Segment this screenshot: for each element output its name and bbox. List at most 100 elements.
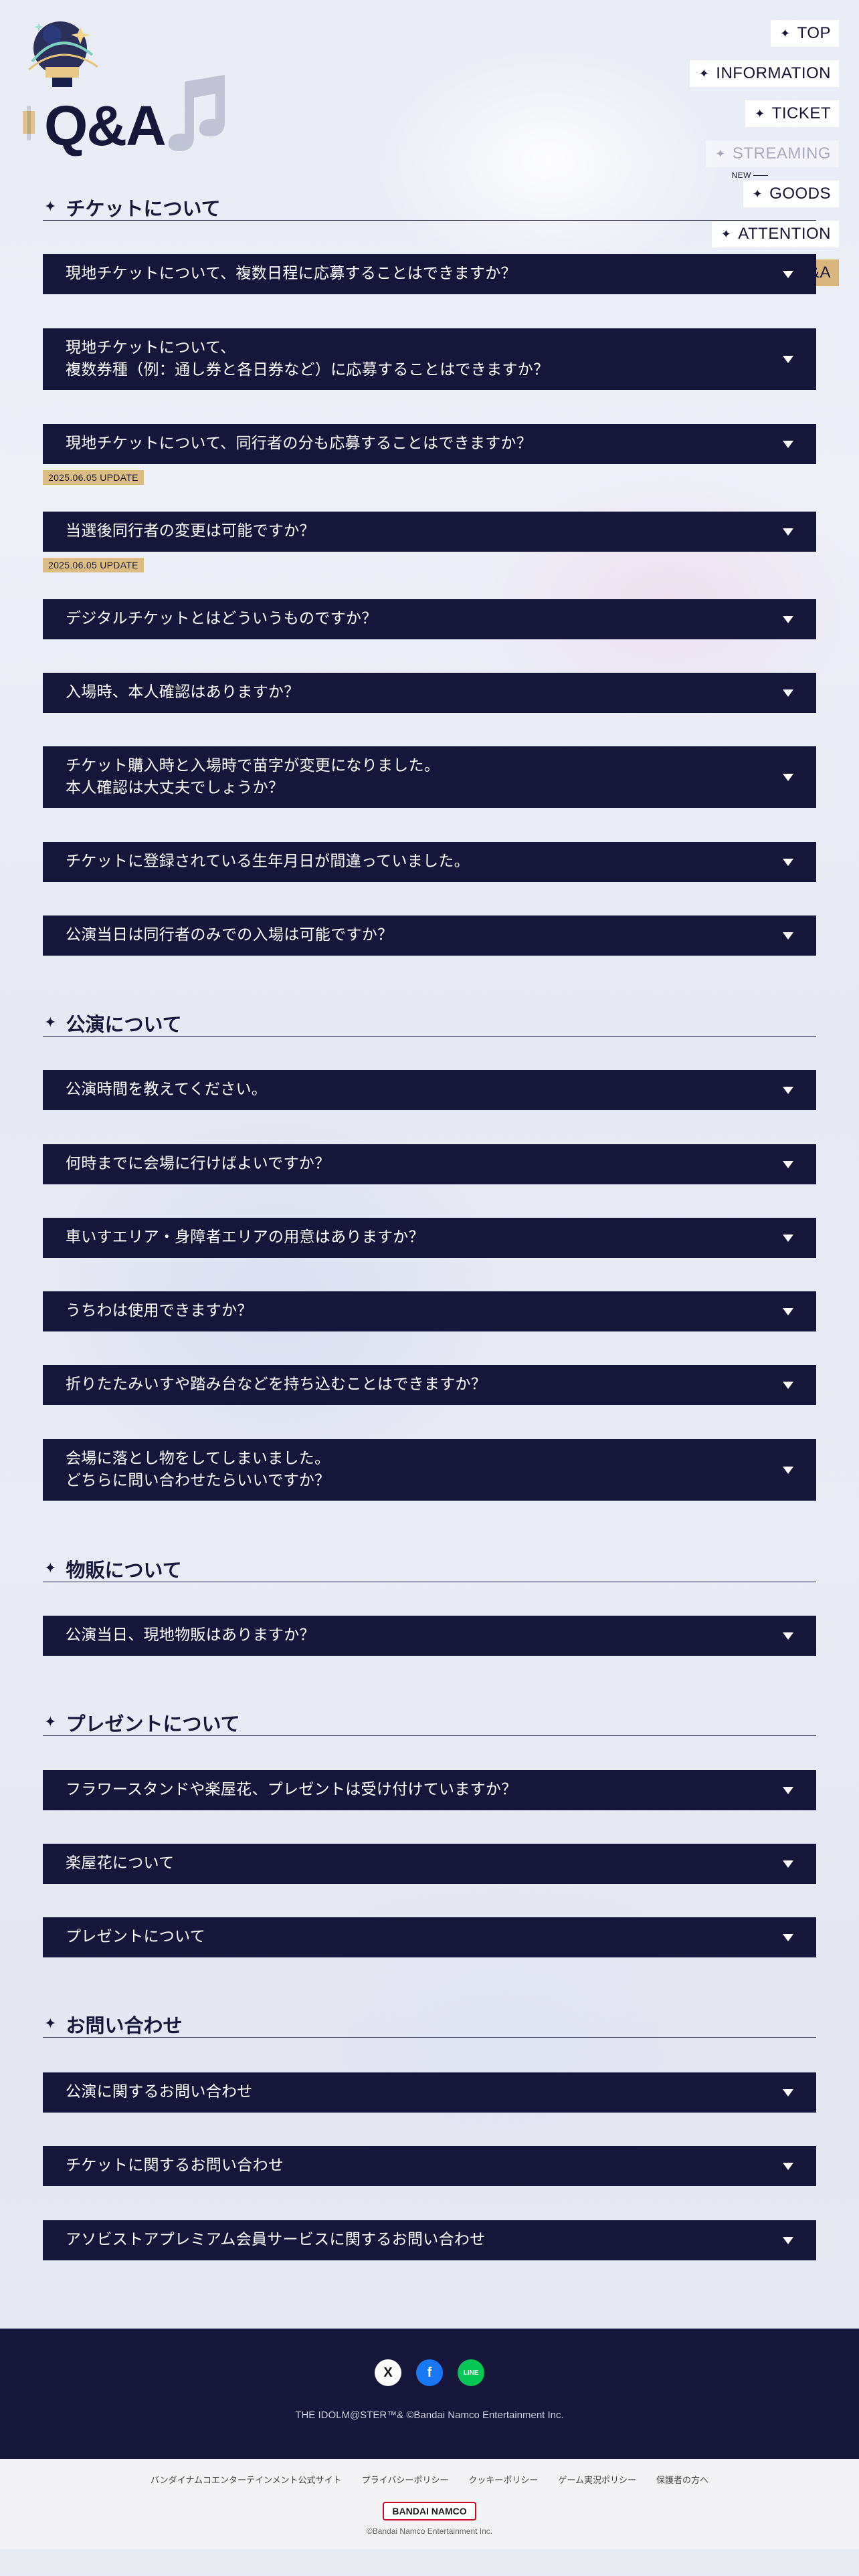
faq-question[interactable]: 現地チケットについて、複数日程に応募することはできますか？ [43, 254, 816, 294]
chevron-down-icon [783, 1160, 793, 1168]
faq-question-text: 入場時、本人確認はありますか？ [66, 683, 300, 702]
chevron-down-icon [783, 1860, 793, 1868]
faq-question[interactable]: チケット購入時と入場時で苗字が変更になりました。 本人確認は大丈夫でしょうか？ [43, 746, 816, 808]
footer-links: バンダイナムコエンターテインメント公式サイト プライバシーポリシー クッキーポリ… [0, 2473, 859, 2486]
faq-question-text: 公演当日は同行者のみでの入場は可能ですか？ [66, 926, 393, 944]
faq-question-text: 公演時間を教えてください。 [66, 1081, 268, 1099]
faq-question-text: プレゼントについて [66, 1928, 206, 1946]
nav-item-ticket[interactable]: ✦ TICKET [745, 100, 839, 127]
chevron-down-icon [783, 1933, 793, 1941]
faq-question-text: 折りたたみいすや踏み台などを持ち込むことはできますか？ [66, 1376, 487, 1394]
chevron-down-icon [783, 2088, 793, 2097]
background-glow [375, 40, 723, 281]
faq-question[interactable]: 入場時、本人確認はありますか？ [43, 673, 816, 713]
footer-link-cookie[interactable]: クッキーポリシー [468, 2473, 538, 2486]
nav-label: ATTENTION [738, 225, 831, 243]
section-title: チケットについて [66, 197, 221, 220]
line-icon[interactable]: LINE [458, 2359, 484, 2386]
faq-question[interactable]: 公演に関するお問い合わせ [43, 2072, 816, 2113]
faq-question[interactable]: 車いすエリア・身障者エリアの用意はありますか？ [43, 1218, 816, 1258]
faq-question-text: 公演当日、現地物販はありますか？ [66, 1626, 315, 1644]
faq-question[interactable]: 公演当日、現地物販はありますか？ [43, 1616, 816, 1656]
faq-question-text: うちわは使用できますか？ [66, 1302, 253, 1320]
chevron-down-icon [783, 858, 793, 866]
section-heading-ticket: ✦ チケットについて [43, 194, 816, 221]
faq-question-text: 会場に落とし物をしてしまいました。 どちらに問い合わせたらいいですか？ [66, 1449, 330, 1489]
section-title: お問い合わせ [66, 2014, 183, 2037]
section-heading-present: ✦ プレゼントについて [43, 1709, 816, 1736]
sparkle-icon: ✦ [721, 227, 732, 241]
chevron-down-icon [783, 1632, 793, 1640]
sparkle-icon: ✦ [44, 1014, 57, 1031]
faq-question-text: デジタルチケットとはどういうものですか？ [66, 610, 377, 628]
faq-question-text: 何時までに会場に行けばよいですか？ [66, 1155, 330, 1173]
section-marker-icon [23, 106, 35, 140]
faq-question[interactable]: 当選後同行者の変更は可能ですか？ [43, 512, 816, 552]
footer-link-guardians[interactable]: 保護者の方へ [656, 2473, 708, 2486]
sns-links: X f LINE [0, 2359, 859, 2386]
faq-question[interactable]: 折りたたみいすや踏み台などを持ち込むことはできますか？ [43, 1365, 816, 1405]
faq-question[interactable]: デジタルチケットとはどういうものですか？ [43, 599, 816, 639]
sparkle-icon: ✦ [44, 199, 57, 215]
sparkle-icon: ✦ [44, 1714, 57, 1731]
chevron-down-icon [783, 2162, 793, 2170]
section-title: 公演について [66, 1012, 182, 1036]
section-heading-performance: ✦ 公演について [43, 1010, 816, 1037]
section-title: 物販について [66, 1558, 182, 1582]
sparkle-icon: ✦ [715, 146, 726, 160]
nav-label: TOP [797, 24, 831, 42]
faq-question[interactable]: フラワースタンドや楽屋花、プレゼントは受け付けていますか？ [43, 1770, 816, 1810]
sparkle-icon: ✦ [44, 1560, 57, 1577]
chevron-down-icon [783, 615, 793, 623]
chevron-down-icon [783, 528, 793, 536]
faq-question-text: チケットに関するお問い合わせ [66, 2157, 284, 2175]
footer-link-privacy[interactable]: プライバシーポリシー [362, 2473, 449, 2486]
chevron-down-icon [783, 1786, 793, 1794]
nav-item-information[interactable]: ✦ INFORMATION [689, 60, 839, 87]
nav-label: INFORMATION [716, 64, 831, 82]
faq-question-text: フラワースタンドや楽屋花、プレゼントは受け付けていますか？ [66, 1781, 517, 1799]
copyright-text: ©Bandai Namco Entertainment Inc. [366, 2527, 493, 2536]
faq-question[interactable]: アソビストアプレミアム会員サービスに関するお問い合わせ [43, 2220, 816, 2260]
footer-link-official-site[interactable]: バンダイナムコエンターテインメント公式サイト [151, 2473, 342, 2486]
music-note-icon [168, 75, 225, 151]
chevron-down-icon [783, 270, 793, 278]
update-badge: 2025.06.05 UPDATE [43, 470, 144, 485]
sparkle-icon: ✦ [698, 66, 710, 80]
faq-question[interactable]: 現地チケットについて、同行者の分も応募することはできますか？ [43, 424, 816, 464]
faq-question[interactable]: 会場に落とし物をしてしまいました。 どちらに問い合わせたらいいですか？ [43, 1439, 816, 1501]
faq-question[interactable]: 公演当日は同行者のみでの入場は可能ですか？ [43, 916, 816, 956]
x-icon[interactable]: X [375, 2359, 401, 2386]
facebook-icon[interactable]: f [416, 2359, 443, 2386]
faq-question[interactable]: 何時までに会場に行けばよいですか？ [43, 1144, 816, 1184]
faq-question[interactable]: チケットに関するお問い合わせ [43, 2146, 816, 2186]
faq-question-text: 公演に関するお問い合わせ [66, 2083, 253, 2101]
bandai-namco-logo[interactable]: BANDAI NAMCO [383, 2502, 476, 2520]
faq-question-text: チケットに登録されている生年月日が間違っていました。 [66, 853, 470, 871]
faq-question[interactable]: プレゼントについて [43, 1917, 816, 1957]
section-heading-merch: ✦ 物販について [43, 1555, 816, 1582]
faq-question[interactable]: 公演時間を教えてください。 [43, 1070, 816, 1110]
chevron-down-icon [783, 1307, 793, 1315]
sparkle-icon: ✦ [44, 2016, 57, 2032]
faq-question[interactable]: うちわは使用できますか？ [43, 1291, 816, 1331]
faq-question-text: 現地チケットについて、 複数券種（例：通し券と各日券など）に応募することはできま… [66, 338, 549, 379]
faq-question[interactable]: チケットに登録されている生年月日が間違っていました。 [43, 842, 816, 882]
nav-item-top[interactable]: ✦ TOP [771, 20, 839, 47]
chevron-down-icon [783, 440, 793, 448]
nav-label: TICKET [771, 104, 831, 122]
nav-item-attention[interactable]: ✦ ATTENTION [711, 221, 839, 247]
faq-question[interactable]: 楽屋花について [43, 1844, 816, 1884]
nav-label: STREAMING [732, 144, 831, 163]
faq-question[interactable]: 現地チケットについて、 複数券種（例：通し券と各日券など）に応募することはできま… [43, 328, 816, 390]
faq-question-text: 当選後同行者の変更は可能ですか？ [66, 522, 315, 540]
faq-question-text: 現地チケットについて、複数日程に応募することはできますか？ [66, 265, 516, 283]
page-title: Q&A [44, 94, 167, 157]
sparkle-icon: ✦ [780, 26, 791, 40]
event-logo[interactable] [19, 15, 106, 90]
nav-item-streaming[interactable]: ✦ STREAMING [706, 140, 839, 167]
chevron-down-icon [783, 689, 793, 697]
chevron-down-icon [783, 773, 793, 781]
faq-question-text: 楽屋花について [66, 1854, 175, 1872]
footer-link-streaming-policy[interactable]: ゲーム実況ポリシー [558, 2473, 636, 2486]
